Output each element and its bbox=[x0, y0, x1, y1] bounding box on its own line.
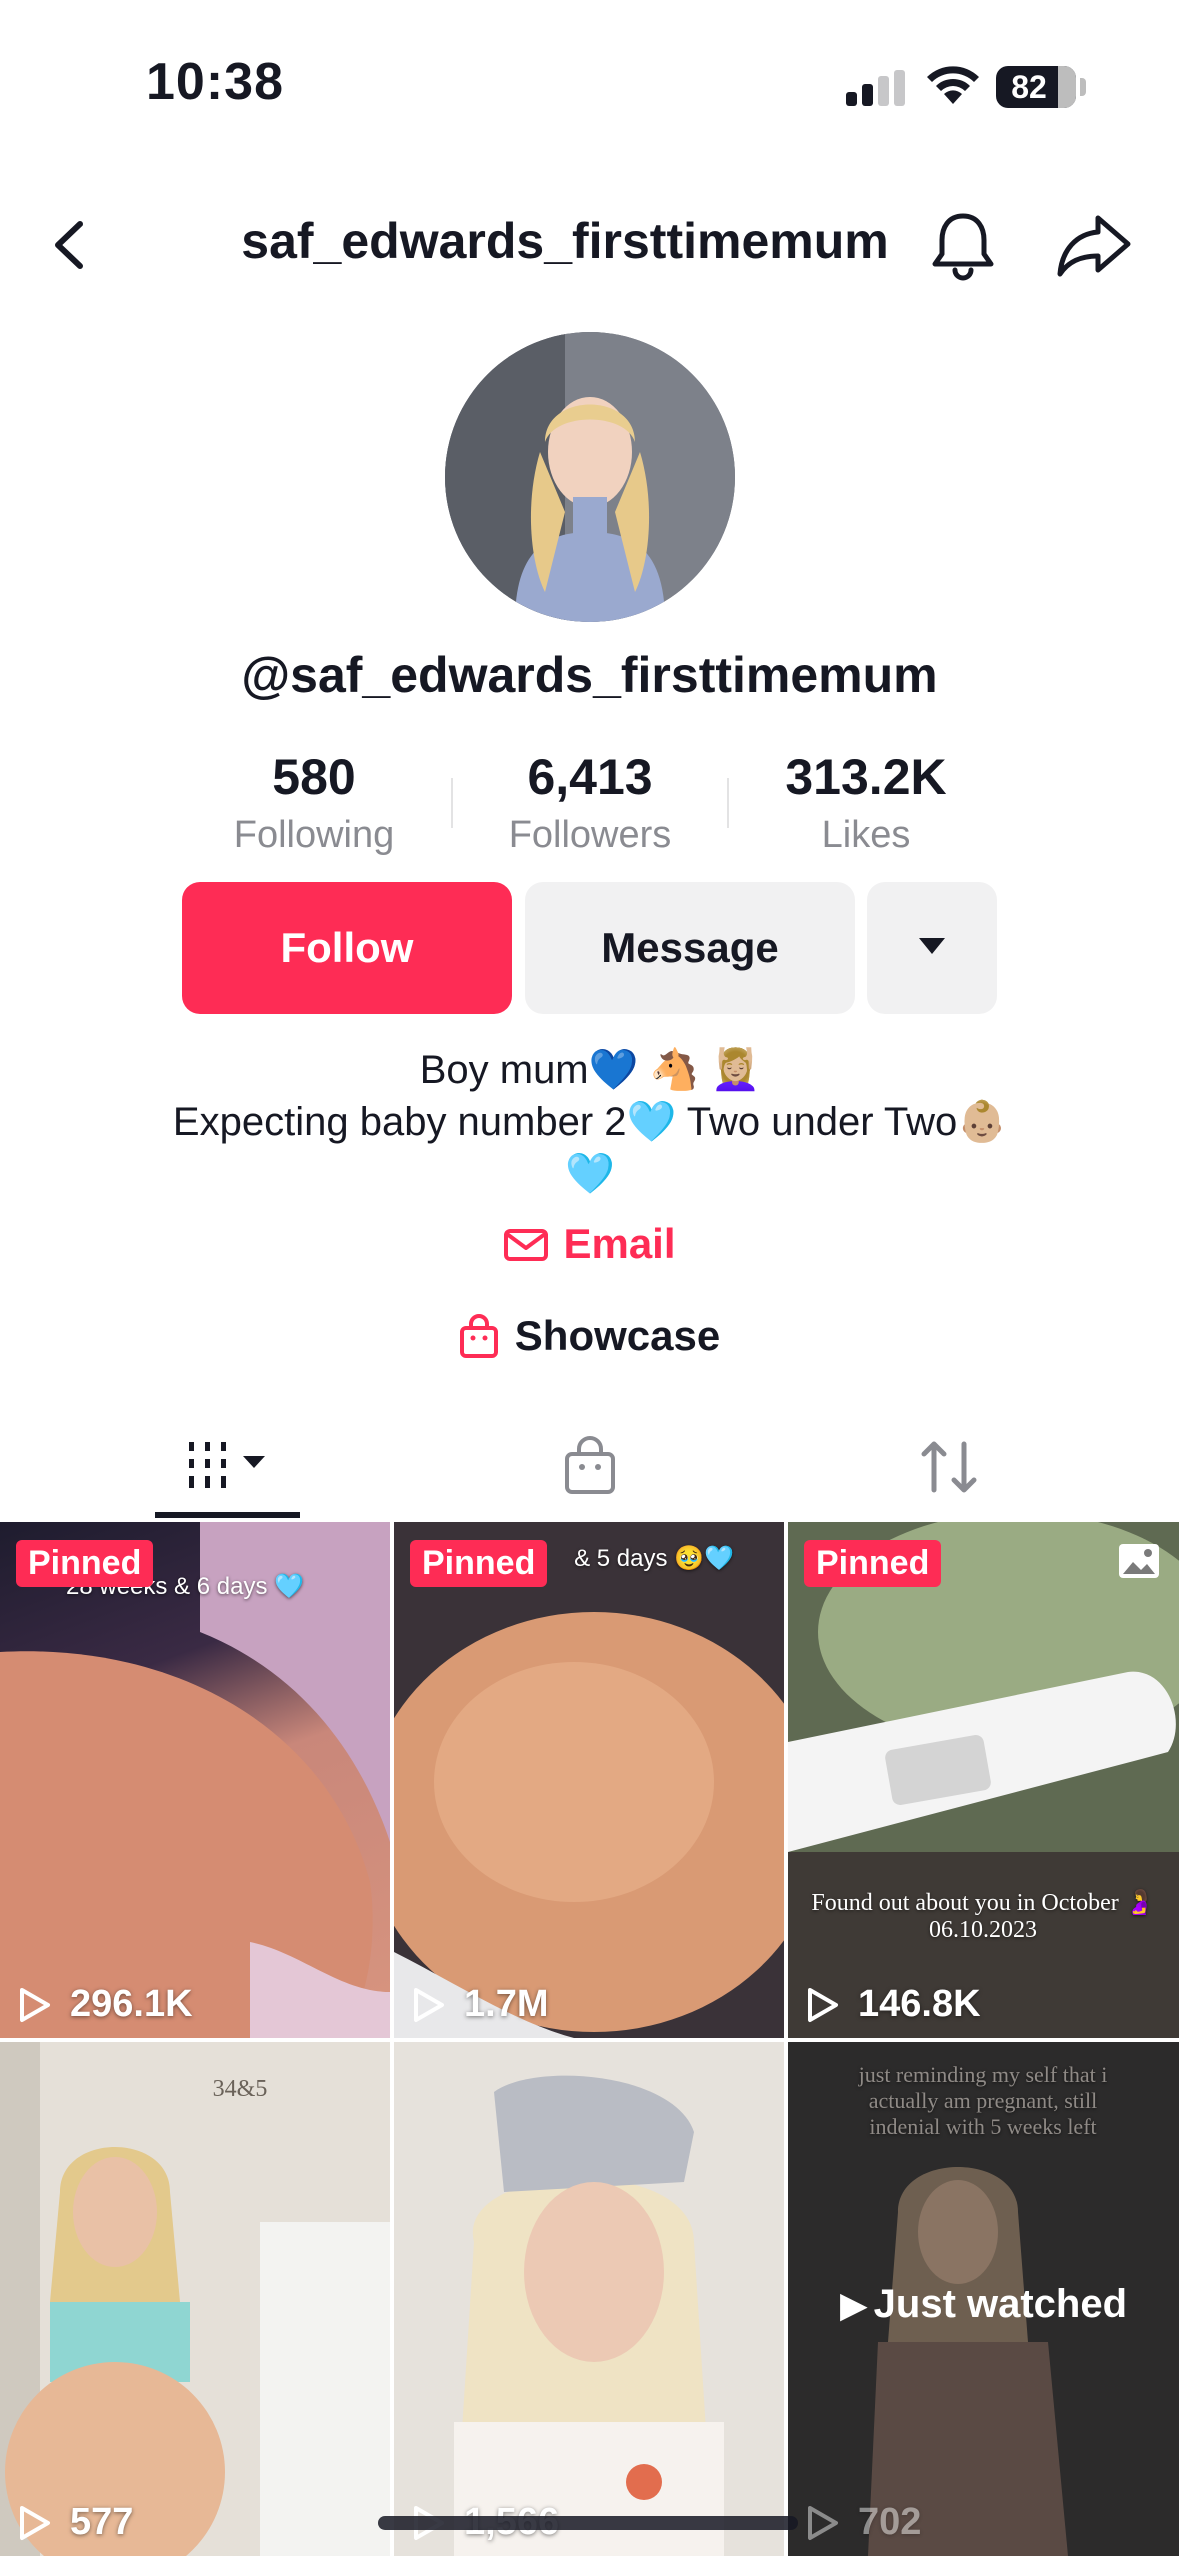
repost-icon bbox=[921, 1441, 977, 1493]
active-tab-indicator bbox=[155, 1512, 300, 1518]
video-tile[interactable]: 1,566 bbox=[394, 2042, 784, 2556]
bell-icon[interactable] bbox=[928, 208, 998, 282]
video-thumbnail bbox=[788, 1522, 1179, 2038]
video-grid: 28 weeks & 6 days 🩵 Pinned 296.1K & 5 da… bbox=[0, 1522, 1179, 2556]
view-count-value: 577 bbox=[70, 2501, 134, 2543]
status-time: 10:38 bbox=[146, 53, 284, 111]
video-thumbnail bbox=[0, 2042, 390, 2556]
just-watched-text: Just watched bbox=[873, 2282, 1128, 2326]
video-tile[interactable]: 34&5 577 bbox=[0, 2042, 390, 2556]
view-count-value: 296.1K bbox=[70, 1983, 193, 2025]
followers-label: Followers bbox=[508, 814, 672, 856]
nav-title: saf_edwards_firsttimemum bbox=[241, 213, 889, 269]
profile-tabs bbox=[0, 1416, 1179, 1520]
top-nav: saf_edwards_firsttimemum bbox=[0, 190, 1179, 300]
showcase-link[interactable]: Showcase bbox=[0, 1312, 1179, 1360]
shopping-bag-icon bbox=[459, 1314, 498, 1358]
pinned-badge: Pinned bbox=[410, 1540, 548, 1587]
shop-bag-icon bbox=[565, 1436, 615, 1494]
profile-handle: @saf_edwards_firsttimemum bbox=[241, 647, 938, 703]
pinned-badge: Pinned bbox=[804, 1540, 942, 1587]
following-label: Following bbox=[233, 814, 395, 856]
likes-label: Likes bbox=[821, 814, 911, 856]
play-icon bbox=[20, 1987, 50, 2022]
more-options-button[interactable] bbox=[867, 882, 997, 1014]
videos-grid-icon bbox=[189, 1442, 265, 1488]
play-icon bbox=[414, 1987, 444, 2022]
followers-stat[interactable]: 6,413 Followers bbox=[452, 748, 728, 857]
video-thumbnail bbox=[394, 1522, 784, 2038]
home-indicator[interactable] bbox=[378, 2516, 798, 2530]
battery-tip bbox=[1080, 78, 1086, 96]
play-icon bbox=[20, 2505, 50, 2540]
play-icon bbox=[808, 1987, 838, 2022]
battery-level: 82 bbox=[1011, 69, 1047, 105]
likes-count: 313.2K bbox=[785, 749, 947, 805]
video-thumbnail bbox=[394, 2042, 784, 2556]
follow-button[interactable]: Follow bbox=[182, 882, 512, 1014]
back-arrow-icon[interactable] bbox=[40, 210, 100, 280]
video-caption-overlay: Found out about you in October 🤰 06.10.2… bbox=[811, 1890, 1155, 1943]
bio-line: 🩵 bbox=[565, 1152, 615, 1196]
view-count: 296.1K bbox=[18, 1983, 193, 2026]
profile-stats: 580 Following 6,413 Followers 313.2K Lik… bbox=[176, 748, 1004, 868]
tab-shop[interactable] bbox=[393, 1416, 786, 1520]
view-count: 702 bbox=[806, 2501, 921, 2544]
wifi-icon bbox=[927, 66, 979, 104]
email-label: Email bbox=[563, 1220, 676, 1267]
caret-down-icon bbox=[919, 938, 945, 954]
profile-bio: Boy mum💙 🐴 💆🏼‍♀️ Expecting baby number 2… bbox=[80, 1044, 1100, 1200]
message-button[interactable]: Message bbox=[525, 882, 855, 1014]
followers-count: 6,413 bbox=[527, 749, 653, 805]
view-count-value: 1.7M bbox=[464, 1983, 549, 2025]
tab-reposts[interactable] bbox=[786, 1416, 1179, 1520]
video-tile[interactable]: Found out about you in October 🤰 06.10.2… bbox=[788, 1522, 1179, 2038]
play-icon: ▶ bbox=[839, 2284, 868, 2325]
video-caption-overlay: 34&5 bbox=[212, 2076, 268, 2102]
email-link[interactable]: Email bbox=[0, 1220, 1179, 1268]
view-count: 577 bbox=[18, 2501, 133, 2544]
likes-stat[interactable]: 313.2K Likes bbox=[728, 748, 1004, 857]
video-caption-overlay: just reminding my self that i actually a… bbox=[858, 2062, 1108, 2139]
envelope-icon bbox=[504, 1229, 549, 1261]
tab-videos[interactable] bbox=[0, 1416, 393, 1520]
play-icon bbox=[808, 2505, 838, 2540]
battery-icon: 82 bbox=[996, 66, 1076, 108]
just-watched-label: ▶ Just watched bbox=[788, 2282, 1179, 2327]
view-count: 1.7M bbox=[412, 1983, 548, 2026]
pinned-badge: Pinned bbox=[16, 1540, 154, 1587]
following-stat[interactable]: 580 Following bbox=[176, 748, 452, 857]
photo-icon bbox=[1119, 1544, 1159, 1578]
bio-line: Expecting baby number 2🩵 Two under Two👶🏼 bbox=[172, 1100, 1008, 1144]
bio-line: Boy mum💙 🐴 💆🏼‍♀️ bbox=[419, 1048, 761, 1092]
view-count-value: 146.8K bbox=[858, 1983, 981, 2025]
video-caption-overlay: & 5 days 🥹🩵 bbox=[574, 1545, 734, 1572]
showcase-label: Showcase bbox=[514, 1312, 721, 1359]
following-count: 580 bbox=[272, 749, 356, 805]
video-tile[interactable]: 28 weeks & 6 days 🩵 Pinned 296.1K bbox=[0, 1522, 390, 2038]
video-tile[interactable]: & 5 days 🥹🩵 Pinned 1.7M bbox=[394, 1522, 784, 2038]
share-arrow-icon[interactable] bbox=[1056, 212, 1132, 278]
video-tile[interactable]: just reminding my self that i actually a… bbox=[788, 2042, 1179, 2556]
status-bar: 10:38 82 bbox=[0, 0, 1179, 170]
avatar[interactable] bbox=[445, 332, 735, 622]
view-count: 146.8K bbox=[806, 1983, 981, 2026]
cellular-signal-icon bbox=[846, 70, 906, 106]
view-count-value: 702 bbox=[858, 2501, 922, 2543]
